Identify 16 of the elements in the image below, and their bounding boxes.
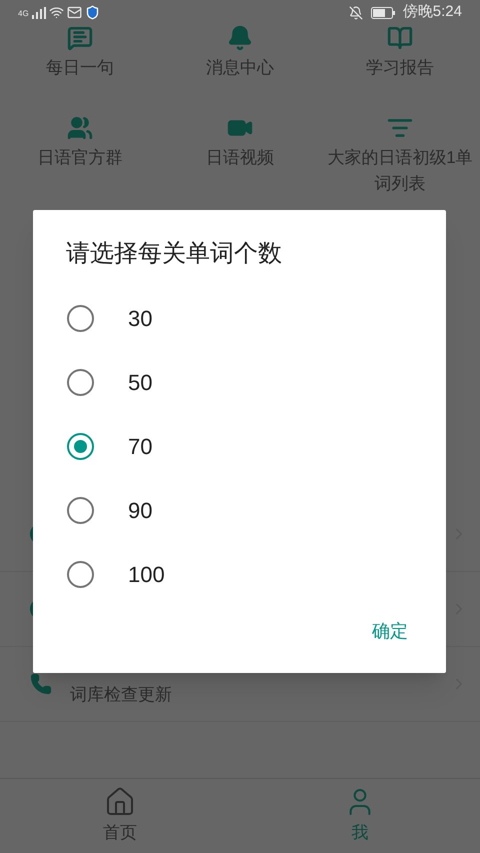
dialog-title: 请选择每关单词个数 [66,239,283,269]
grid-item-label[interactable]: 大家的日语初级1单词列表 [325,145,475,197]
nav-tab[interactable]: 首页 [0,779,240,853]
radio-option[interactable]: 100 [33,542,446,606]
grid-item-label[interactable]: 日语视频 [165,145,315,171]
grid-item-label[interactable]: 日语官方群 [5,145,155,171]
radio-option[interactable]: 30 [33,286,446,350]
clock-time: 傍晚5:24 [402,2,462,22]
radio-option[interactable]: 50 [33,350,446,414]
radio-option[interactable]: 90 [33,478,446,542]
network-type: 4G [18,10,29,18]
grid-item-label[interactable]: 每日一句 [5,55,155,81]
grid-item-label[interactable]: 学习报告 [325,55,475,81]
grid-item-label[interactable]: 消息中心 [165,55,315,81]
nav-tab[interactable]: 我 [240,779,480,853]
radio-option[interactable]: 70 [33,414,446,478]
